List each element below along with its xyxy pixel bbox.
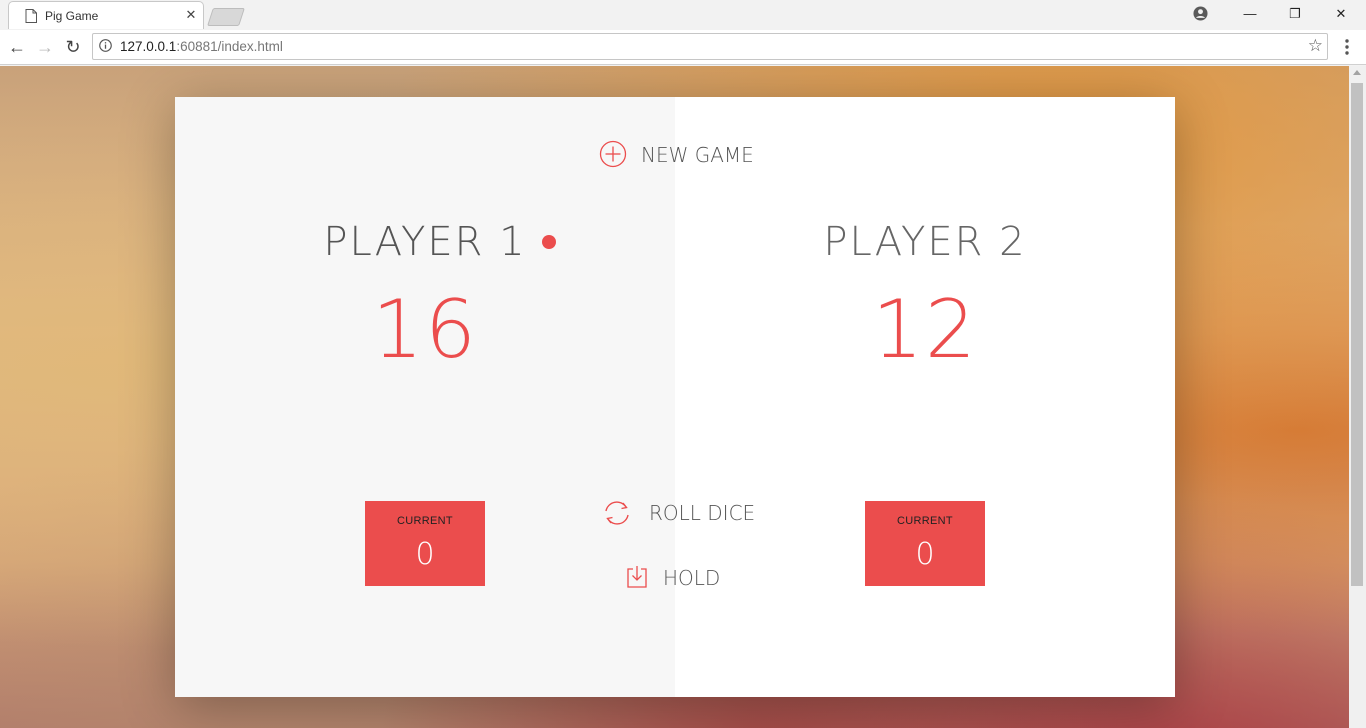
url-text[interactable]: 127.0.0.1:60881/index.html bbox=[120, 39, 283, 54]
tab-title: Pig Game bbox=[45, 9, 99, 23]
scrollbar-thumb[interactable] bbox=[1351, 83, 1363, 586]
restore-button[interactable]: ❐ bbox=[1280, 4, 1310, 24]
back-button[interactable]: ← bbox=[6, 36, 28, 58]
new-tab-button[interactable] bbox=[207, 8, 245, 26]
hold-button[interactable]: HOLD bbox=[625, 563, 735, 593]
url-host: 127.0.0.1 bbox=[120, 39, 177, 54]
info-icon[interactable] bbox=[99, 39, 112, 52]
url-path: :60881/index.html bbox=[176, 39, 283, 54]
vertical-scrollbar[interactable] bbox=[1349, 66, 1366, 728]
close-tab-icon[interactable]: ✕ bbox=[184, 7, 198, 23]
refresh-icon bbox=[605, 501, 629, 525]
browser-menu-icon[interactable] bbox=[1342, 37, 1352, 57]
player-1-current-label: CURRENT bbox=[397, 515, 453, 527]
browser-toolbar: ← → ↻ 127.0.0.1:60881/index.html ☆ bbox=[0, 30, 1366, 65]
page-icon bbox=[25, 9, 37, 23]
bookmark-star-icon[interactable]: ☆ bbox=[1308, 37, 1323, 55]
roll-dice-label: ROLL DICE bbox=[649, 501, 756, 525]
forward-button[interactable]: → bbox=[34, 36, 56, 58]
tab-strip: Pig Game ✕ — ❐ ✕ bbox=[0, 0, 1366, 30]
close-window-button[interactable]: ✕ bbox=[1326, 4, 1356, 24]
player-2-score: 12 bbox=[872, 283, 978, 376]
profile-icon[interactable] bbox=[1193, 6, 1208, 21]
player-1-score: 16 bbox=[372, 283, 478, 376]
player-1-current-box: CURRENT 0 bbox=[365, 501, 485, 586]
address-bar[interactable]: 127.0.0.1:60881/index.html ☆ bbox=[92, 33, 1328, 60]
hold-label: HOLD bbox=[663, 566, 721, 590]
download-icon bbox=[627, 566, 647, 588]
page-viewport: PLAYER 1 16 CURRENT 0 PLAYER 2 12 CURREN… bbox=[0, 66, 1366, 728]
player-1-panel: PLAYER 1 16 CURRENT 0 bbox=[175, 97, 675, 697]
player-2-current-score: 0 bbox=[915, 537, 935, 572]
browser-window: Pig Game ✕ — ❐ ✕ ← → ↻ 127.0.0.1:60881/i… bbox=[0, 0, 1366, 728]
tab-pig-game[interactable]: Pig Game ✕ bbox=[8, 1, 204, 29]
game-board: PLAYER 1 16 CURRENT 0 PLAYER 2 12 CURREN… bbox=[175, 97, 1175, 697]
player-2-current-label: CURRENT bbox=[897, 515, 953, 527]
minimize-button[interactable]: — bbox=[1235, 4, 1265, 24]
player-2-panel: PLAYER 2 12 CURRENT 0 bbox=[675, 97, 1175, 697]
roll-dice-button[interactable]: ROLL DICE bbox=[601, 498, 761, 528]
player-2-current-box: CURRENT 0 bbox=[865, 501, 985, 586]
plus-circle-icon bbox=[599, 140, 627, 168]
player-2-name: PLAYER 2 bbox=[823, 219, 1027, 265]
new-game-button[interactable]: NEW GAME bbox=[599, 140, 769, 170]
reload-button[interactable]: ↻ bbox=[62, 36, 84, 58]
player-1-current-score: 0 bbox=[415, 537, 435, 572]
scroll-up-arrow-icon[interactable] bbox=[1353, 70, 1361, 75]
player-1-name: PLAYER 1 bbox=[323, 219, 527, 265]
new-game-label: NEW GAME bbox=[641, 143, 754, 167]
active-player-indicator bbox=[542, 235, 556, 249]
